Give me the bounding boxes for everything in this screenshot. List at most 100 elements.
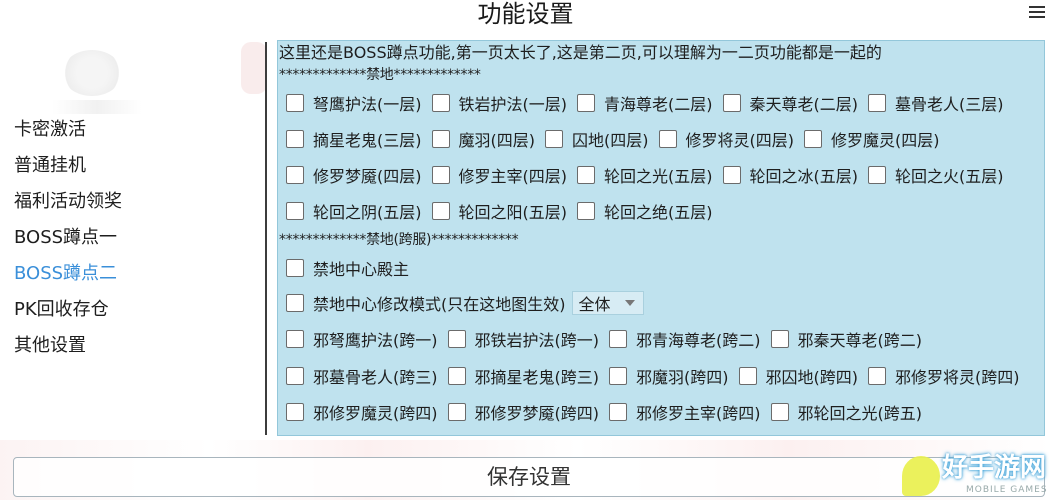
checkbox-box[interactable] [658,130,677,148]
checkbox-box[interactable] [609,367,627,385]
center-mode-select-value: 全体 [578,295,611,314]
boss-checkbox[interactable]: 修罗主宰(四层) [431,163,568,187]
sidebar-item[interactable]: 福利活动领奖 [0,184,250,220]
checkbox-label: 魔羽(四层) [458,131,536,150]
boss-checkbox[interactable]: 邪摘星老鬼(跨三) [447,364,600,388]
boss-checkbox[interactable]: 弩鹰护法(一层) [286,91,422,115]
boss-checkbox[interactable]: 秦天尊老(二层) [722,91,858,115]
checkbox-box[interactable] [286,367,304,385]
center-mode-checkbox[interactable]: 禁地中心修改模式(只在这地图生效) [286,291,566,315]
background-logo [62,50,122,96]
boss-checkbox[interactable]: 青海尊老(二层) [577,91,713,115]
sidebar-item[interactable]: 普通挂机 [0,148,250,184]
checkbox-box[interactable] [286,330,304,348]
boss-checkbox[interactable]: 邪秦天尊老(跨二) [770,327,922,351]
checkbox-box[interactable] [770,330,789,348]
checkbox-label: 邪摘星老鬼(跨三) [474,368,600,387]
checkbox-box[interactable] [286,94,304,112]
boss-checkbox[interactable]: 铁岩护法(一层) [431,91,567,115]
boss-checkbox[interactable]: 邪铁岩护法(跨一) [447,327,599,351]
checkbox-box[interactable] [868,94,886,112]
boss-checkbox[interactable]: 邪囚地(跨四) [738,364,859,388]
sidebar-item[interactable]: 其他设置 [0,328,250,364]
boss-checkbox[interactable]: 修罗将灵(四层) [658,127,795,151]
checkbox-label: 修罗将灵(四层) [685,131,795,150]
checkbox-box[interactable] [286,259,304,277]
checkbox-box[interactable] [577,166,595,184]
center-mode-select[interactable]: 全体 [571,291,644,315]
boss-checkbox[interactable]: 邪魔羽(跨四) [609,364,729,388]
center-mode-row: 禁地中心修改模式(只在这地图生效) 全体 [286,291,644,315]
checkbox-box[interactable] [868,166,886,184]
boss-checkbox[interactable]: 摘星老鬼(三层) [286,127,422,151]
checkbox-label: 邪修罗将灵(跨四) [895,368,1020,387]
boss-checkbox[interactable]: 轮回之冰(五层) [722,163,858,187]
checkbox-label: 邪囚地(跨四) [765,368,859,387]
boss-checkbox[interactable]: 邪青海尊老(跨二) [609,327,761,351]
checkbox-box[interactable] [286,403,304,421]
checkbox-label: 轮回之光(五层) [604,167,713,186]
checkbox-row: 弩鹰护法(一层) 铁岩护法(一层) 青海尊老(二层) 秦天尊老(二层) 墓骨老人(三层) [286,91,1014,115]
checkbox-box[interactable] [447,403,466,421]
section-header-cross-server: *************禁地(跨服)************* [279,232,519,248]
boss-checkbox[interactable]: 轮回之阴(五层) [286,199,422,223]
checkbox-label: 修罗梦魇(四层) [313,167,422,186]
boss-checkbox[interactable]: 轮回之光(五层) [577,163,713,187]
checkbox-box[interactable] [431,166,450,184]
boss-checkbox[interactable]: 邪弩鹰护法(跨一) [286,327,438,351]
checkbox-box[interactable] [722,94,741,112]
boss-checkbox[interactable]: 魔羽(四层) [431,127,536,151]
checkbox-box[interactable] [868,367,886,385]
boss-checkbox[interactable]: 修罗梦魇(四层) [286,163,422,187]
checkbox-box[interactable] [286,166,304,184]
save-button[interactable]: 保存设置 [13,457,1045,497]
page-title: 功能设置 [477,0,574,28]
boss-checkbox[interactable]: 邪轮回之光(跨五) [770,400,922,424]
checkbox-label: 修罗主宰(四层) [458,167,568,186]
checkbox-label: 邪弩鹰护法(跨一) [313,331,438,350]
boss-checkbox[interactable]: 轮回之阳(五层) [431,199,568,223]
checkbox-row: 摘星老鬼(三层) 魔羽(四层) 囚地(四层) 修罗将灵(四层) 修罗魔灵(四层) [286,127,950,151]
checkbox-box[interactable] [804,130,822,148]
boss-checkbox[interactable]: 墓骨老人(三层) [868,91,1004,115]
checkbox-box[interactable] [738,367,757,385]
checkbox-label: 轮回之阳(五层) [458,203,568,222]
sidebar-item[interactable]: 卡密激活 [0,112,250,148]
checkbox-box[interactable] [447,367,466,385]
checkbox-box[interactable] [286,130,304,148]
boss-checkbox[interactable]: 轮回之火(五层) [868,163,1004,187]
checkbox-box[interactable] [431,94,450,112]
checkbox-box[interactable] [286,294,304,312]
boss-checkbox[interactable]: 邪修罗将灵(跨四) [868,364,1020,388]
checkbox-box[interactable] [431,130,450,148]
checkbox-box[interactable] [545,130,563,148]
boss-checkbox[interactable]: 邪修罗主宰(跨四) [609,400,761,424]
boss-checkbox[interactable]: 邪墓骨老人(跨三) [286,364,438,388]
checkbox-box[interactable] [609,403,627,421]
boss-checkbox[interactable]: 囚地(四层) [545,127,649,151]
checkbox-label: 邪青海尊老(跨二) [636,331,761,350]
center-lord-checkbox[interactable]: 禁地中心殿主 [286,256,409,280]
checkbox-box[interactable] [577,202,595,220]
settings-panel[interactable]: 这里还是BOSS蹲点功能,第一页太长了,这是第二页,可以理解为一二页功能都是一起… [277,40,1045,436]
checkbox-box[interactable] [577,94,595,112]
sidebar: 卡密激活 普通挂机 福利活动领奖 BOSS蹲点一 BOSS蹲点二 PK回收存仓 其他设置 [0,112,250,364]
sidebar-divider [265,42,267,435]
checkbox-box[interactable] [286,202,304,220]
boss-checkbox[interactable]: 邪修罗魔灵(跨四) [286,400,438,424]
checkbox-box[interactable] [447,330,466,348]
sidebar-item[interactable]: BOSS蹲点一 [0,220,250,256]
checkbox-label: 邪魔羽(跨四) [636,368,729,387]
checkbox-box[interactable] [770,403,789,421]
checkbox-box[interactable] [609,330,627,348]
sidebar-item[interactable]: PK回收存仓 [0,292,250,328]
section-header-forbidden-land: *************禁地************* [279,67,481,83]
checkbox-label: 禁地中心修改模式(只在这地图生效) [313,295,566,314]
checkbox-box[interactable] [431,202,450,220]
sidebar-item[interactable]: BOSS蹲点二 [0,256,250,292]
checkbox-box[interactable] [722,166,741,184]
menu-icon[interactable] [1029,4,1045,20]
boss-checkbox[interactable]: 轮回之绝(五层) [577,199,713,223]
boss-checkbox[interactable]: 修罗魔灵(四层) [804,127,940,151]
boss-checkbox[interactable]: 邪修罗梦魇(跨四) [447,400,599,424]
